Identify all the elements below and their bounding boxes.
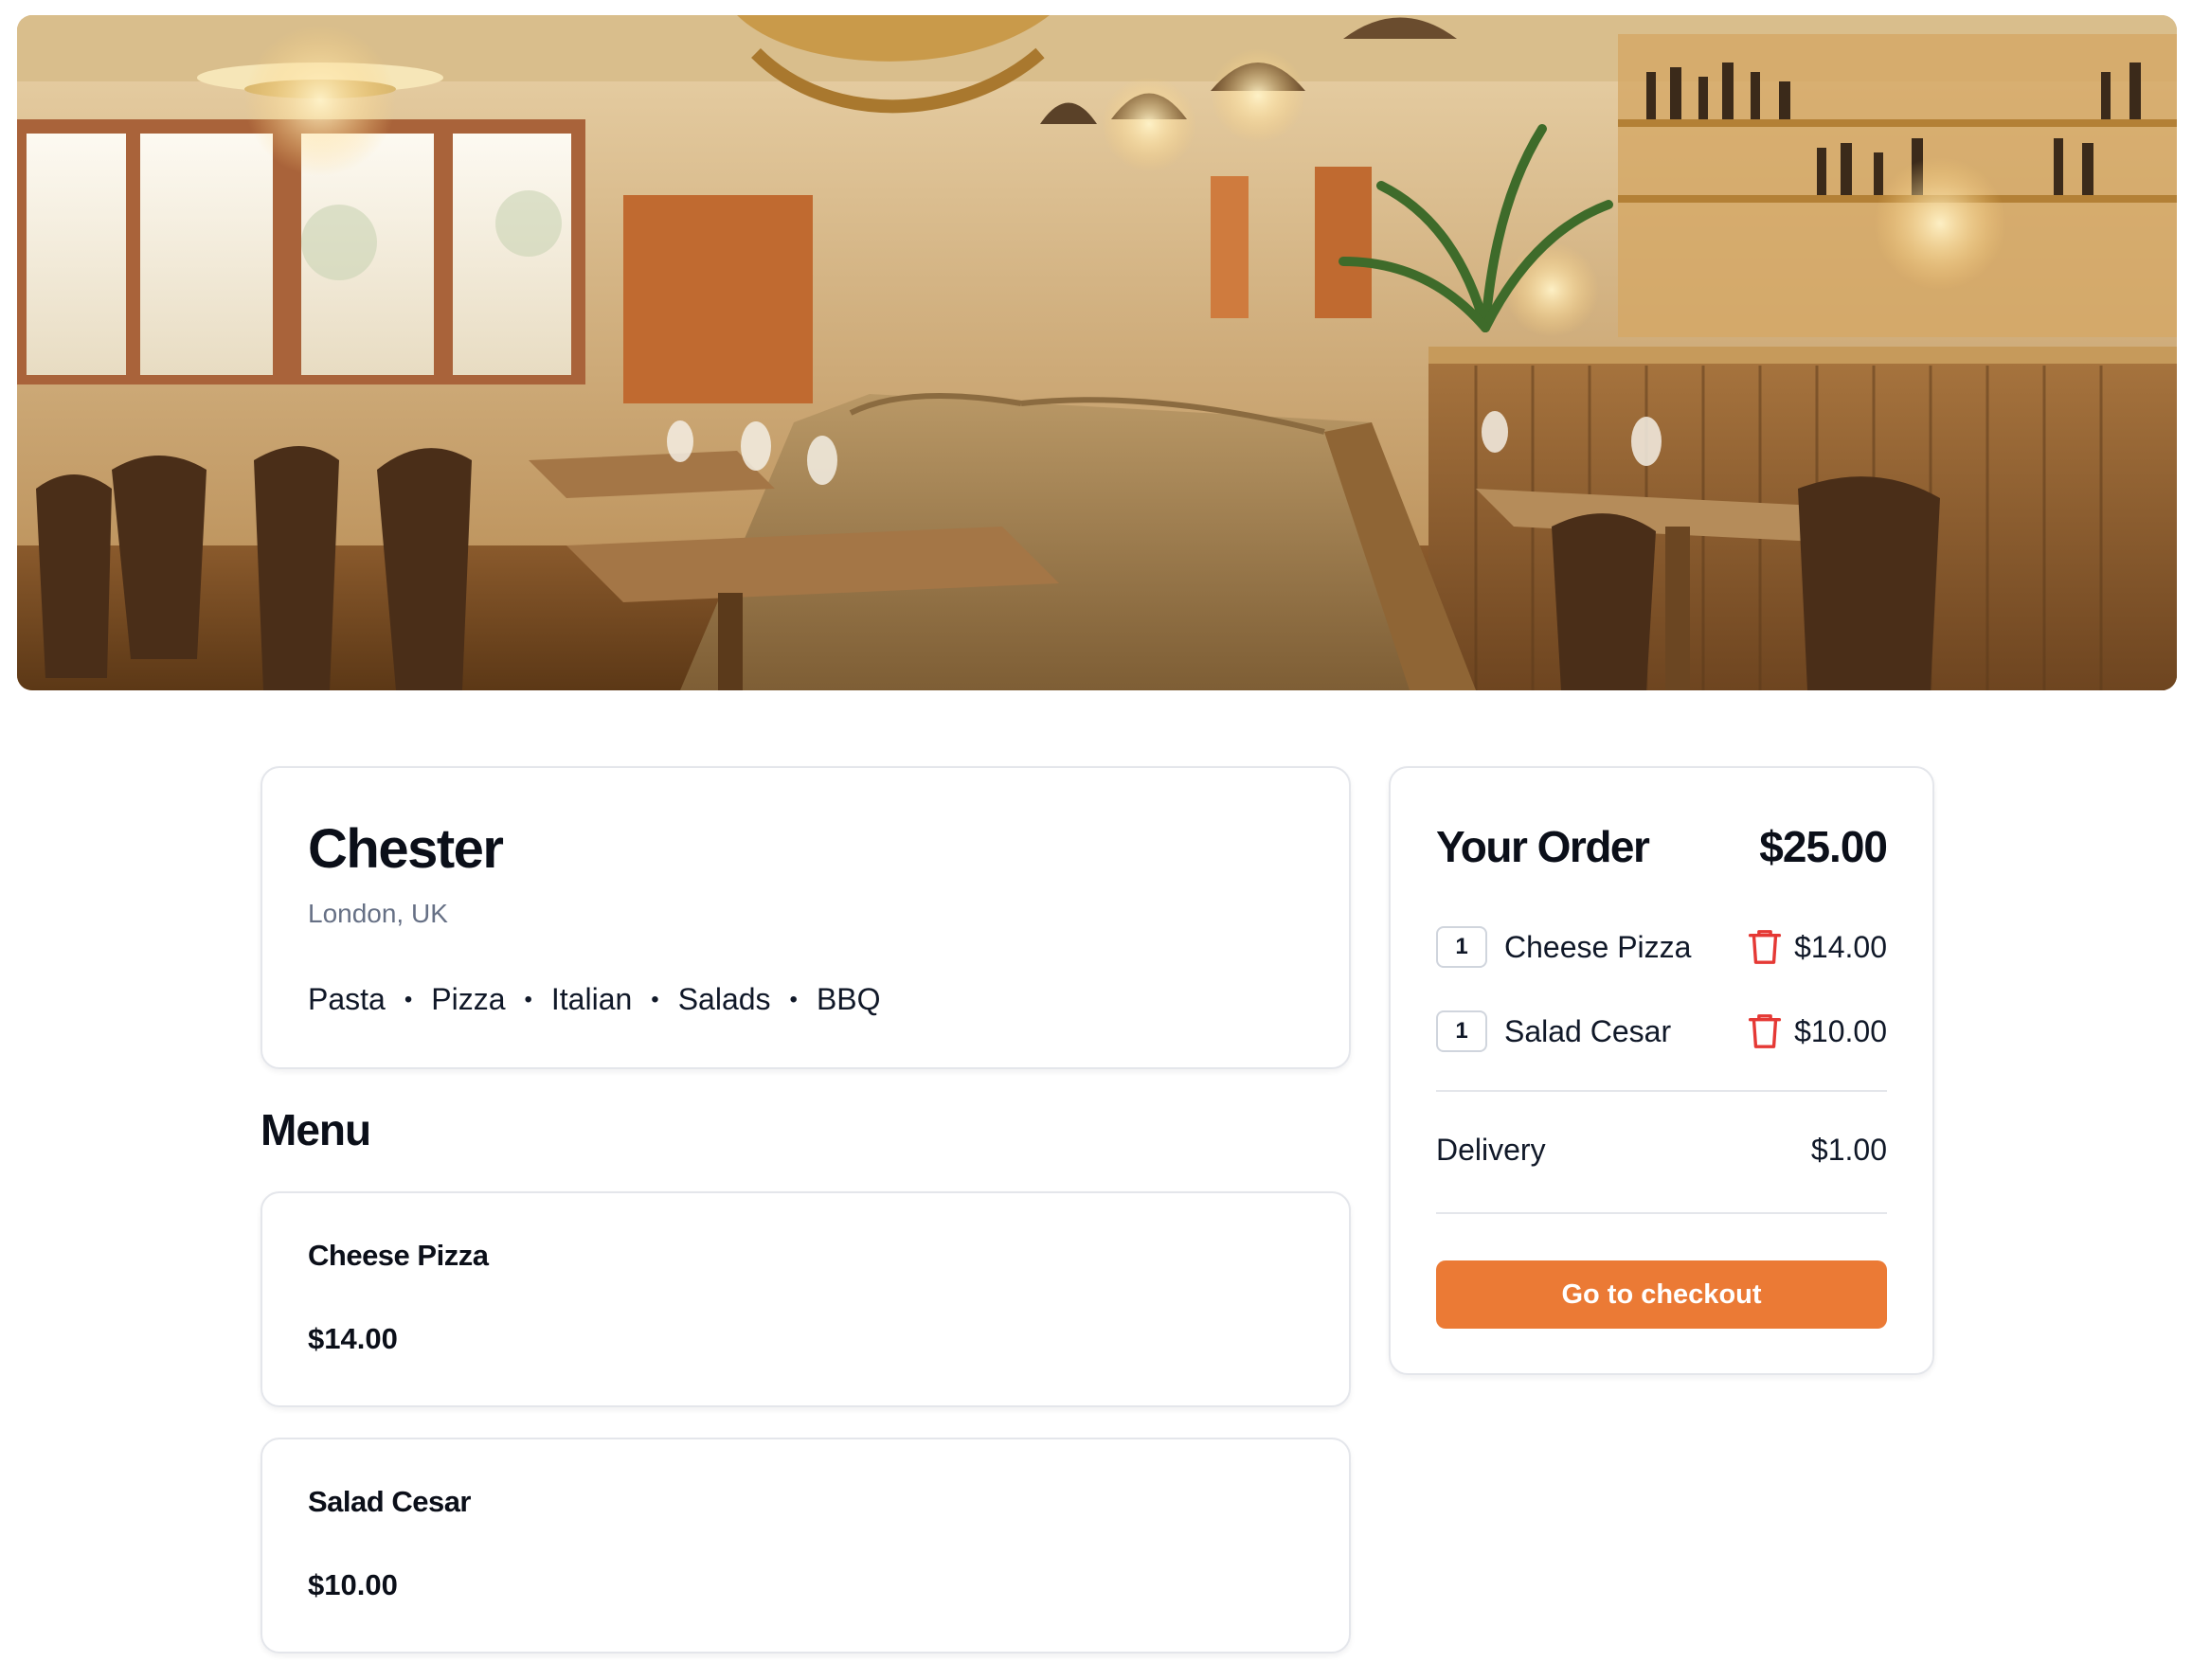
tag-bbq: BBQ [816,982,881,1016]
tag-separator: • [789,986,798,1012]
menu-item-price: $14.00 [308,1322,398,1355]
restaurant-interior-photo [17,15,2177,690]
tag-separator: • [404,986,413,1012]
delivery-label: Delivery [1436,1133,1546,1167]
order-panel: Your Order $25.00 1 Cheese Pizza $14.00 … [1389,766,1934,1375]
quantity-box[interactable]: 1 [1436,1010,1487,1052]
hero-image [17,15,2177,690]
order-title: Your Order [1436,822,1650,871]
order-line-cheese-pizza: 1 Cheese Pizza $14.00 [1436,924,1887,970]
order-line-salad-cesar: 1 Salad Cesar $10.00 [1436,1009,1887,1054]
divider [1436,1212,1887,1214]
order-total: $25.00 [1759,822,1888,871]
menu-item-price: $10.00 [308,1568,398,1601]
order-line-price: $14.00 [1794,929,1887,964]
trash-icon[interactable] [1747,1012,1783,1050]
tag-pizza: Pizza [431,982,506,1016]
restaurant-info-card: Chester London, UK Pasta • Pizza • Itali… [261,766,1351,1069]
trash-icon-glyph [1749,930,1782,964]
checkout-button[interactable]: Go to checkout [1436,1260,1887,1329]
tag-pasta: Pasta [308,982,386,1016]
menu-item-cheese-pizza[interactable]: Cheese Pizza $14.00 [261,1191,1351,1407]
restaurant-name: Chester [308,818,504,880]
trash-icon-glyph [1749,1014,1782,1048]
delivery-price: $1.00 [1810,1133,1887,1167]
order-line-name: Cheese Pizza [1504,929,1692,964]
menu-item-name: Cheese Pizza [308,1239,489,1272]
tag-italian: Italian [550,982,633,1016]
order-line-name: Salad Cesar [1504,1013,1672,1048]
menu-heading: Menu [261,1105,371,1154]
tag-salads: Salads [677,982,771,1016]
quantity-box[interactable]: 1 [1436,926,1487,968]
restaurant-location: London, UK [308,899,448,928]
menu-item-name: Salad Cesar [308,1485,472,1518]
menu-item-salad-cesar[interactable]: Salad Cesar $10.00 [261,1438,1351,1653]
order-line-price: $10.00 [1794,1013,1887,1048]
tag-separator: • [524,986,532,1012]
delivery-row: Delivery $1.00 [1436,1133,1887,1168]
trash-icon[interactable] [1747,928,1783,966]
cuisine-tags: Pasta • Pizza • Italian • Salads • BBQ [308,982,881,1017]
divider [1436,1090,1887,1092]
tag-separator: • [651,986,659,1012]
